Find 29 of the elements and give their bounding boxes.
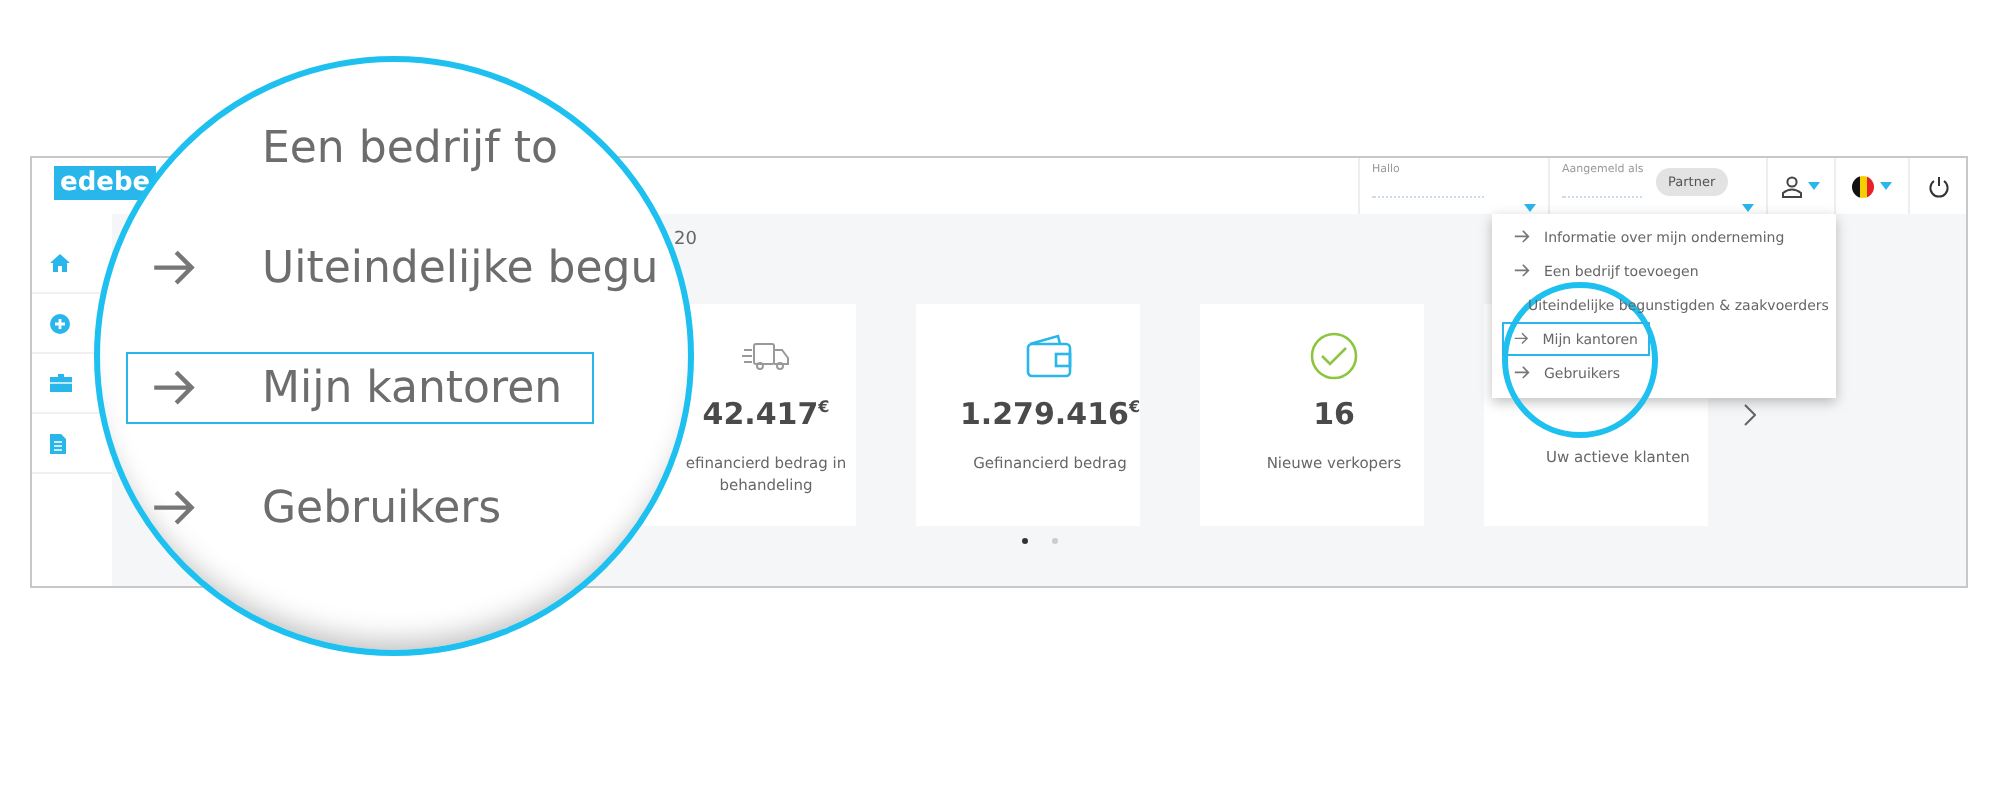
arrow-right-icon [1514,332,1529,346]
stat-value: 1.279.416$^{€}$ [959,396,1141,432]
arrow-right-icon [1514,264,1530,278]
arrow-right-icon [1514,230,1530,244]
chevron-right-icon[interactable] [1744,404,1756,426]
briefcase-icon[interactable] [50,374,72,392]
document-icon[interactable] [50,433,66,453]
menu-item[interactable]: Uiteindelijke begu [126,232,661,304]
user-icon [1782,175,1802,197]
home-icon[interactable] [50,254,70,272]
caret-down-icon[interactable] [1880,182,1892,190]
flag-icon [1852,175,1874,197]
menu-item[interactable]: Gebruikers [126,472,594,544]
arrow-right-icon [152,370,196,406]
plus-circle-icon[interactable] [50,313,70,333]
arrow-right-icon [152,490,196,526]
truck-icon [742,342,790,370]
stat-value: 16 [1313,396,1355,432]
stat-value: 42.417$^{€}$ [702,396,830,432]
carousel-dot[interactable] [1051,538,1057,544]
checkmark-circle-icon [1310,332,1358,380]
power-icon[interactable] [1927,175,1949,197]
carousel-dot[interactable] [1021,538,1027,544]
caret-down-icon[interactable] [1808,182,1820,190]
wallet-icon [1026,334,1074,378]
page-title: 20 [674,230,697,254]
arrow-right-icon [152,250,196,286]
arrow-right-icon [1514,366,1530,380]
menu-item[interactable]: Mijn kantoren [126,352,594,424]
